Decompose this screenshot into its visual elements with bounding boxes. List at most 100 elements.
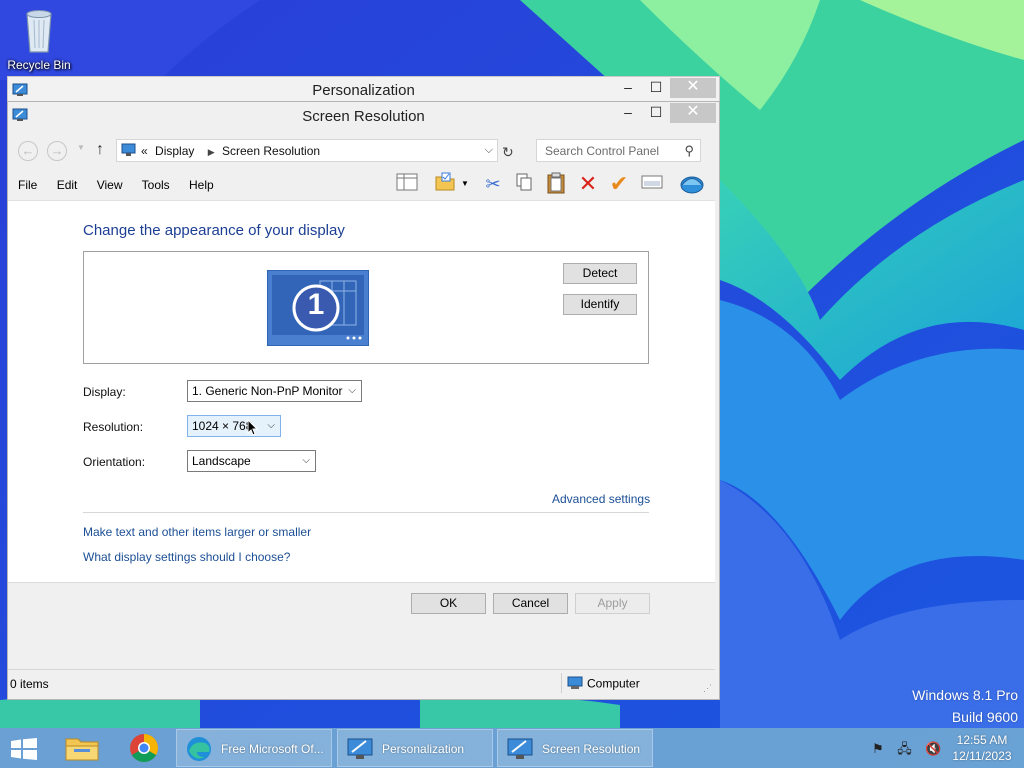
identify-button[interactable]: Identify (563, 294, 637, 315)
computer-icon (567, 676, 583, 693)
menu-toolbar-row: File Edit View Tools Help ▼ ✂ ✕ ✔ (8, 168, 719, 200)
mouse-cursor-icon (247, 418, 259, 440)
clock-date: 12/11/2023 (952, 749, 1012, 763)
chevron-down-icon: ⌵ (302, 455, 310, 466)
taskbar-item-edge[interactable]: Free Microsoft Of... (176, 729, 332, 767)
menu-file[interactable]: File (18, 178, 37, 192)
taskbar-item-personalization-label: Personalization (382, 742, 465, 756)
status-divider (561, 673, 562, 693)
monitor-1-thumbnail[interactable]: 1 (267, 270, 369, 346)
forward-arrow-icon[interactable]: → (47, 141, 67, 161)
item-count: 0 items (10, 677, 49, 691)
edge-icon (185, 736, 213, 762)
network-icon[interactable]: 🖧 (897, 741, 912, 756)
start-windows-logo-icon[interactable] (10, 738, 38, 760)
menu-tools[interactable]: Tools (142, 178, 170, 192)
personalization-taskbar-icon (346, 736, 374, 762)
menu-view[interactable]: View (97, 178, 123, 192)
personalization-maximize-button[interactable]: ☐ (643, 78, 669, 98)
dialog-button-bar: OK Cancel Apply (8, 582, 715, 668)
status-location: Computer (567, 676, 640, 693)
back-arrow-icon[interactable]: ← (18, 141, 38, 161)
cut-icon[interactable]: ✂ (480, 172, 506, 196)
detect-button[interactable]: Detect (563, 263, 637, 284)
breadcrumb: « Display ▶ Screen Resolution (141, 144, 324, 158)
search-input[interactable] (545, 140, 680, 161)
windows-watermark: Windows 8.1 Pro Build 9600 (912, 684, 1018, 728)
chevron-down-icon: ⌵ (348, 385, 356, 396)
layout-pane-icon[interactable] (394, 172, 420, 196)
folder-options-icon[interactable] (432, 172, 458, 196)
paste-icon[interactable] (543, 172, 569, 196)
display-label: Display: (83, 385, 126, 399)
menu-edit[interactable]: Edit (57, 178, 78, 192)
address-dropdown-chevron-icon[interactable]: ⌵ (485, 144, 493, 157)
chevron-down-icon: ⌵ (267, 420, 275, 431)
breadcrumb-display[interactable]: Display (155, 144, 194, 158)
minimize-button[interactable]: – (615, 103, 641, 123)
address-bar[interactable]: « Display ▶ Screen Resolution ⌵ (116, 139, 498, 162)
breadcrumb-separator-icon[interactable]: ▶ (208, 147, 215, 157)
orientation-select[interactable]: Landscape ⌵ (187, 450, 316, 472)
recent-pages-chevron-icon[interactable]: ▼ (77, 143, 85, 152)
recycle-bin-desktop-icon[interactable]: Recycle Bin (4, 6, 74, 72)
taskbar: Free Microsoft Of... Personalization Scr… (0, 728, 1024, 768)
display-settings-help-link[interactable]: What display settings should I choose? (83, 550, 290, 564)
copy-icon[interactable] (511, 172, 537, 196)
orientation-label: Orientation: (83, 455, 146, 469)
taskbar-item-personalization[interactable]: Personalization (337, 729, 493, 767)
clock-time: 12:55 AM (956, 733, 1008, 747)
screen-resolution-taskbar-icon (506, 736, 534, 762)
file-explorer-taskbar-icon[interactable] (56, 728, 112, 768)
resolution-label: Resolution: (83, 420, 144, 434)
delete-icon[interactable]: ✕ (575, 172, 601, 196)
system-tray: ⚑ 🖧 🔇 (872, 740, 952, 762)
volume-muted-icon[interactable]: 🔇 (925, 741, 941, 756)
apply-button[interactable]: Apply (575, 593, 650, 614)
taskbar-item-screen-resolution[interactable]: Screen Resolution (497, 729, 653, 767)
menu-help[interactable]: Help (189, 178, 214, 192)
chrome-taskbar-icon[interactable] (116, 728, 172, 768)
orientation-select-value: Landscape (192, 454, 251, 468)
display-preview: 1 Detect Identify (83, 251, 649, 364)
ok-button[interactable]: OK (411, 593, 486, 614)
monitor-number: 1 (307, 288, 325, 321)
internet-shell-icon[interactable] (679, 172, 705, 196)
resize-grip-icon[interactable]: ⋰ (703, 683, 712, 694)
page-title: Change the appearance of your display (83, 222, 345, 239)
search-icon[interactable]: ⚲ (684, 143, 694, 159)
address-row: ← → ▼ ↑ « Display ▶ Screen Resolution ⌵ … (8, 134, 719, 166)
maximize-button[interactable]: ☐ (643, 103, 669, 123)
content-area: Change the appearance of your display 1 (8, 200, 715, 582)
breadcrumb-screen-resolution[interactable]: Screen Resolution (222, 144, 320, 158)
display-select[interactable]: 1. Generic Non-PnP Monitor ⌵ (187, 380, 362, 402)
cancel-button[interactable]: Cancel (493, 593, 568, 614)
recycle-bin-label: Recycle Bin (7, 58, 71, 72)
folder-options-chevron-icon[interactable]: ▼ (458, 172, 472, 196)
personalization-close-button[interactable]: ✕ (670, 78, 716, 98)
control-panel-icon (121, 143, 136, 157)
text-size-link[interactable]: Make text and other items larger or smal… (83, 525, 311, 539)
title-bar[interactable]: Screen Resolution – ☐ ✕ (8, 102, 719, 130)
screen-resolution-window[interactable]: Screen Resolution – ☐ ✕ ← → ▼ ↑ « Displa… (7, 101, 720, 700)
resolution-select[interactable]: 1024 × 768 ⌵ (187, 415, 281, 437)
taskbar-clock[interactable]: 12:55 AM 12/11/2023 (942, 732, 1022, 764)
watermark-build: Build 9600 (951, 709, 1018, 725)
recycle-bin-icon (19, 6, 59, 56)
watermark-edition: Windows 8.1 Pro (912, 687, 1018, 703)
action-center-flag-icon[interactable]: ⚑ (872, 741, 884, 756)
breadcrumb-prefix[interactable]: « (141, 144, 148, 158)
search-box[interactable]: ⚲ (536, 139, 701, 162)
refresh-icon[interactable]: ↻ (502, 144, 514, 161)
advanced-settings-link[interactable]: Advanced settings (552, 492, 650, 506)
up-arrow-icon[interactable]: ↑ (96, 141, 104, 159)
divider (83, 512, 649, 513)
checkmark-icon[interactable]: ✔ (606, 172, 632, 196)
properties-icon[interactable] (639, 172, 665, 196)
status-location-text: Computer (587, 676, 640, 691)
personalization-minimize-button[interactable]: – (615, 78, 641, 98)
taskbar-item-screen-resolution-label: Screen Resolution (542, 742, 641, 756)
taskbar-item-edge-label: Free Microsoft Of... (221, 742, 324, 756)
window-title: Screen Resolution (302, 108, 425, 125)
close-button[interactable]: ✕ (670, 103, 716, 123)
